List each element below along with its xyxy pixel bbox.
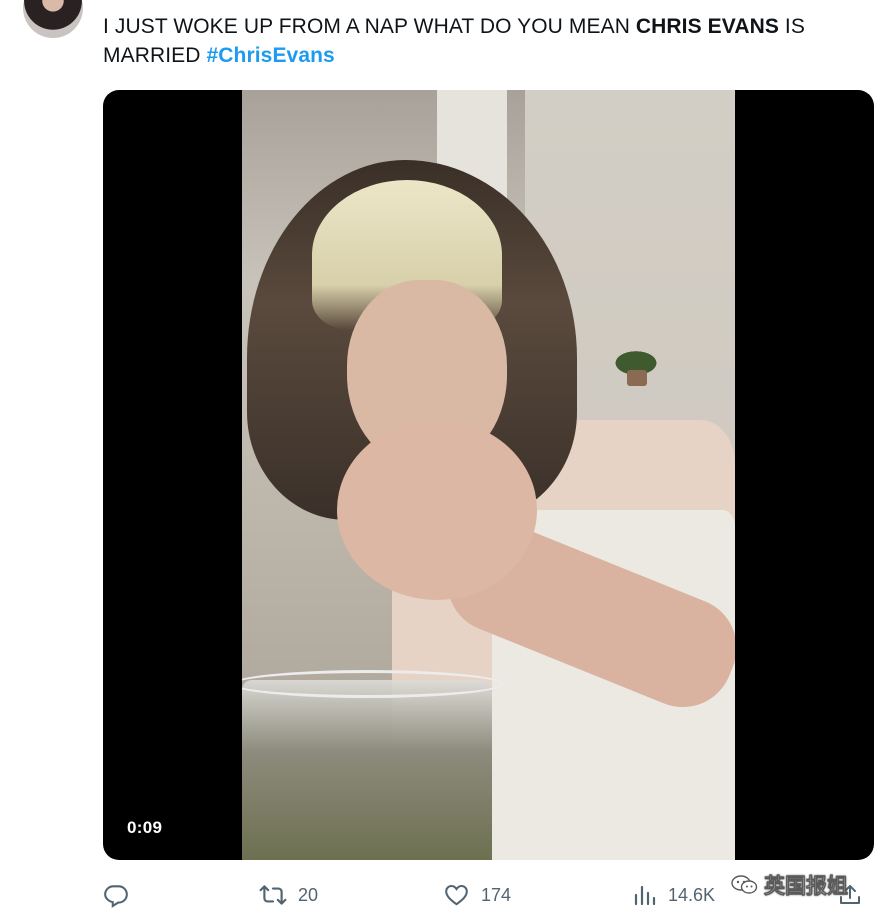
retweet-button[interactable]: 20	[259, 878, 318, 912]
views-count: 14.6K	[668, 884, 716, 905]
like-count: 174	[481, 884, 512, 905]
like-button[interactable]: 174	[443, 878, 511, 912]
bowl-image	[242, 680, 492, 860]
video-player[interactable]: 0:09	[103, 90, 874, 860]
video-frame	[242, 90, 735, 860]
tweet-text-start: I JUST WOKE UP FROM A NAP WHAT DO YOU ME…	[103, 15, 636, 38]
video-duration: 0:09	[127, 818, 163, 837]
watermark: 英国报姐	[730, 872, 848, 898]
watermark-text: 英国报姐	[764, 875, 849, 899]
retweet-count: 20	[298, 884, 319, 905]
reply-icon	[103, 882, 129, 908]
views-button[interactable]: 14.6K	[633, 878, 715, 912]
author-avatar[interactable]	[23, 0, 83, 38]
retweet-icon	[259, 882, 287, 908]
hashtag-link[interactable]: #ChrisEvans	[206, 44, 334, 67]
wechat-icon	[730, 874, 758, 896]
reply-button[interactable]	[103, 878, 129, 912]
tweet-text-bold: CHRIS EVANS	[635, 15, 779, 38]
tweet-text: I JUST WOKE UP FROM A NAP WHAT DO YOU ME…	[103, 12, 863, 70]
tweet-page: I JUST WOKE UP FROM A NAP WHAT DO YOU ME…	[0, 0, 891, 924]
heart-icon	[443, 882, 470, 908]
views-icon	[633, 882, 657, 908]
